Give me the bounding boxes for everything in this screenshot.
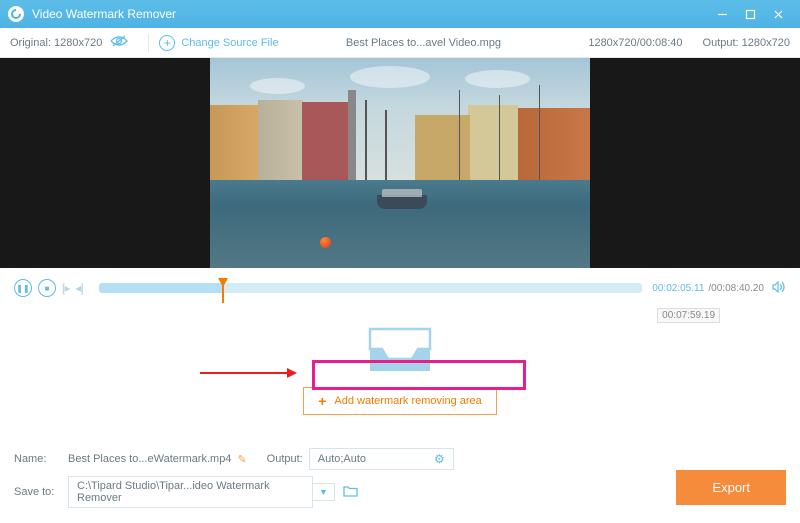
rename-icon[interactable]: ✎	[237, 453, 246, 466]
stop-button[interactable]: ■	[38, 279, 56, 297]
watermark-dropzone: 00:07:59.19 + Add watermark removing are…	[0, 302, 800, 440]
tray-icon	[364, 327, 436, 373]
change-source-label: Change Source File	[181, 37, 278, 49]
annotation-arrow	[200, 372, 295, 374]
titlebar: Video Watermark Remover	[0, 0, 800, 28]
preview-toggle-icon[interactable]	[110, 35, 128, 50]
video-frame	[210, 58, 590, 268]
video-preview[interactable]	[0, 58, 800, 268]
playhead-icon[interactable]	[218, 278, 228, 287]
toolbar: Original: 1280x720 + Change Source File …	[0, 28, 800, 58]
mark-in-button[interactable]: [▸	[62, 281, 69, 295]
volume-icon[interactable]	[772, 281, 786, 296]
open-folder-icon[interactable]	[343, 485, 358, 500]
save-label: Save to:	[14, 486, 68, 498]
name-label: Name:	[14, 453, 68, 465]
timeline-progress	[99, 283, 224, 293]
save-path-dropdown[interactable]: ▼	[313, 483, 335, 501]
pause-button[interactable]: ❚❚	[14, 279, 32, 297]
maximize-button[interactable]	[736, 4, 764, 24]
app-title: Video Watermark Remover	[32, 7, 708, 21]
plus-icon: +	[159, 35, 175, 51]
source-dims-time: 1280x720/00:08:40	[588, 37, 682, 49]
change-source-button[interactable]: + Change Source File	[159, 35, 278, 51]
plus-icon: +	[318, 393, 326, 409]
output-select[interactable]: Auto;Auto ⚙	[309, 448, 454, 470]
total-time: /00:08:40.20	[708, 283, 764, 294]
add-watermark-area-button[interactable]: + Add watermark removing area	[303, 387, 497, 415]
current-time: 00:02:05.11	[652, 283, 704, 294]
save-path-value: C:\Tipard Studio\Tipar...ideo Watermark …	[77, 480, 304, 504]
minimize-button[interactable]	[708, 4, 736, 24]
app-logo	[8, 6, 24, 22]
original-dims: Original: 1280x720	[10, 37, 102, 49]
close-button[interactable]	[764, 4, 792, 24]
mark-out-button[interactable]: ◂]	[75, 281, 82, 295]
name-value: Best Places to...eWatermark.mp4	[68, 453, 231, 465]
timestamp-badge: 00:07:59.19	[657, 308, 720, 323]
export-button[interactable]: Export	[676, 470, 786, 505]
gear-icon[interactable]: ⚙	[434, 452, 445, 466]
add-watermark-label: Add watermark removing area	[334, 395, 481, 407]
source-filename: Best Places to...avel Video.mpg	[279, 37, 569, 49]
playback-controls: ❚❚ ■ [▸ ◂] 00:02:05.11 /00:08:40.20	[0, 274, 800, 302]
output-value: Auto;Auto	[318, 453, 366, 465]
watermark-dot	[320, 237, 331, 248]
output-dims: Output: 1280x720	[703, 37, 790, 49]
separator	[148, 34, 149, 52]
save-path-field[interactable]: C:\Tipard Studio\Tipar...ideo Watermark …	[68, 476, 313, 508]
output-label: Output:	[267, 453, 303, 465]
timeline-slider[interactable]	[99, 283, 643, 293]
